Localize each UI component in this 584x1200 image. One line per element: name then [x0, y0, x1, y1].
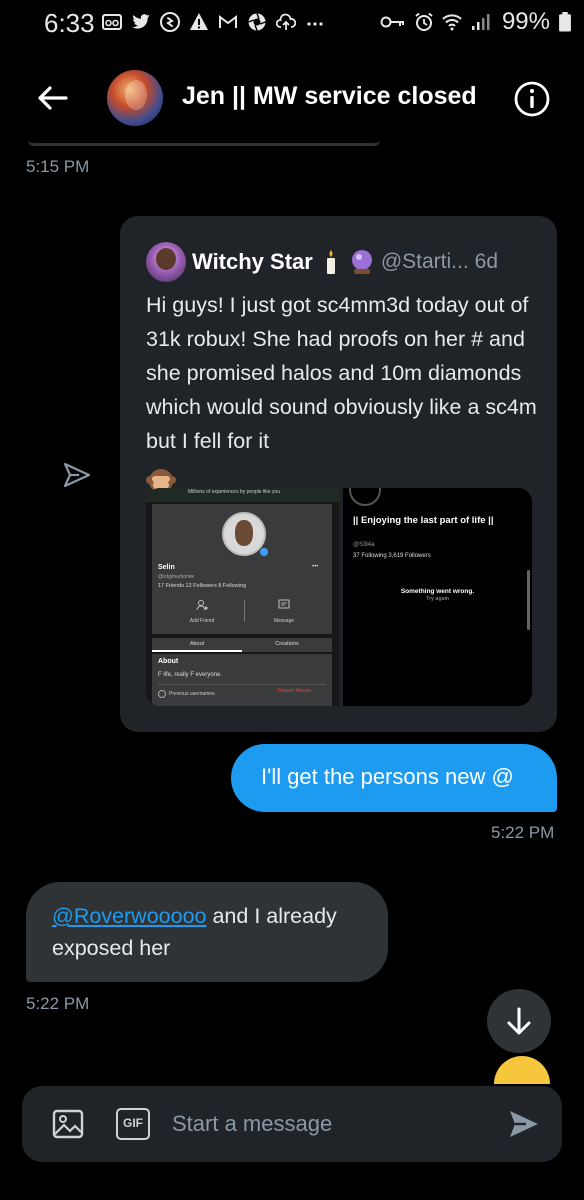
add-friend-icon	[196, 600, 208, 611]
notification-icons	[102, 10, 325, 34]
received-message-bubble[interactable]: @Roverwooooo and I already exposed her	[26, 882, 388, 982]
media-profile-title: || Enjoying the last part of life ||	[353, 515, 494, 526]
previous-usernames: Previous usernames	[158, 690, 215, 698]
voicemail-icon	[102, 14, 122, 30]
signal-icon	[471, 14, 490, 30]
media-profile-handle: @S3l4a	[353, 542, 375, 548]
about-title: About	[158, 658, 179, 665]
shared-tweet-card[interactable]: Witchy Star @Starti... 6d Hi guys! I jus…	[120, 216, 557, 732]
conversation-title[interactable]: Jen || MW service closed	[182, 82, 477, 111]
media-top-strip: Millions of experiences by people like y…	[146, 488, 339, 502]
send-icon[interactable]	[508, 1108, 540, 1140]
tweet-author-avatar	[146, 242, 186, 282]
shazam-icon	[160, 12, 180, 32]
tweet-author-handle: @Starti...	[380, 250, 469, 273]
tab-about: About	[152, 638, 242, 652]
about-text: F life, really F everyone.	[158, 672, 223, 678]
partial-emoji	[494, 1056, 550, 1086]
add-friend-action: Add Friend	[182, 598, 222, 624]
profile-username: @istgimurhomie	[158, 574, 195, 580]
history-icon	[158, 690, 166, 698]
tweet-header: Witchy Star @Starti... 6d	[146, 242, 546, 282]
share-icon[interactable]	[62, 460, 92, 490]
media-scrollbar	[527, 570, 530, 630]
media-error-text: Something went wrong.	[400, 588, 475, 595]
message-action: Message	[264, 598, 304, 624]
twitter-bird-icon	[132, 14, 150, 29]
tab-creations: Creations	[275, 641, 299, 647]
profile-panel: Selin @istgimurhomie ••• 17 Friends 12 F…	[152, 504, 332, 634]
scroll-to-bottom-button[interactable]	[487, 989, 551, 1053]
sent-message-bubble[interactable]: I'll get the persons new @	[231, 744, 557, 812]
gif-button[interactable]: GIF	[116, 1108, 150, 1140]
candle-emoji	[326, 250, 335, 274]
profile-tabs: About Creations	[152, 638, 332, 652]
composer-bar: GIF	[0, 1084, 584, 1200]
alert-triangle-icon	[190, 13, 208, 30]
more-dots-icon	[307, 22, 323, 26]
battery-icon	[559, 12, 571, 32]
status-time: 6:33	[44, 8, 95, 38]
aperture-icon	[248, 13, 266, 31]
add-friend-label: Add Friend	[189, 618, 215, 624]
more-dots-icon: •••	[312, 564, 319, 570]
media-profile-stats: 37 Following 3,619 Followers	[353, 553, 431, 559]
mention-link[interactable]: @Roverwooooo	[52, 904, 207, 928]
sent-timestamp: 5:22 PM	[491, 823, 555, 842]
received-timestamp: 5:22 PM	[26, 994, 90, 1013]
media-top-text: Millions of experiences by people like y…	[188, 489, 280, 495]
tweet-media[interactable]: Millions of experiences by people like y…	[146, 488, 532, 706]
previous-message-edge	[28, 140, 380, 146]
crystal-ball-emoji	[351, 250, 372, 274]
arrow-left-icon[interactable]	[34, 80, 70, 116]
wifi-icon	[442, 14, 462, 31]
info-icon[interactable]	[513, 80, 551, 118]
message-input[interactable]	[172, 1104, 492, 1144]
online-indicator	[260, 548, 268, 556]
alarm-icon	[415, 12, 433, 31]
key-icon	[380, 16, 404, 28]
conversation-header: Jen || MW service closed	[0, 58, 584, 138]
media-screenshot-profile[interactable]: Millions of experiences by people like y…	[146, 488, 339, 706]
report-abuse-label: Report Abuse	[278, 688, 312, 694]
image-icon[interactable]	[52, 1108, 84, 1140]
system-icons: 99%	[380, 8, 572, 35]
avatar[interactable]	[107, 70, 163, 126]
profile-name: Selin	[158, 564, 175, 571]
profile-stats: 17 Friends 12 Followers 8 Following	[158, 583, 247, 589]
about-section: About F life, really F everyone. Previou…	[152, 654, 332, 706]
cloud-upload-icon	[276, 13, 296, 30]
battery-percent: 99%	[501, 8, 550, 35]
message-icon	[278, 599, 290, 609]
tweet-author-name: Witchy Star	[192, 249, 313, 274]
tweet-text: Hi guys! I just got sc4mm3d today out of…	[146, 293, 537, 453]
tweet-age: 6d	[474, 250, 499, 273]
action-divider	[244, 600, 245, 622]
media-profile-circle	[349, 488, 381, 506]
message-composer: GIF	[22, 1086, 562, 1162]
message-timestamp: 5:15 PM	[26, 157, 90, 176]
arrow-down-icon	[507, 1007, 531, 1035]
gmail-icon	[219, 15, 237, 28]
message-label: Message	[273, 618, 295, 624]
media-screenshot-error[interactable]: || Enjoying the last part of life || @S3…	[343, 488, 532, 706]
previous-usernames-label: Previous usernames	[169, 691, 215, 697]
about-divider	[158, 684, 326, 685]
status-bar: 6:33 99%	[0, 0, 584, 44]
media-retry-text: Try again	[426, 596, 449, 602]
